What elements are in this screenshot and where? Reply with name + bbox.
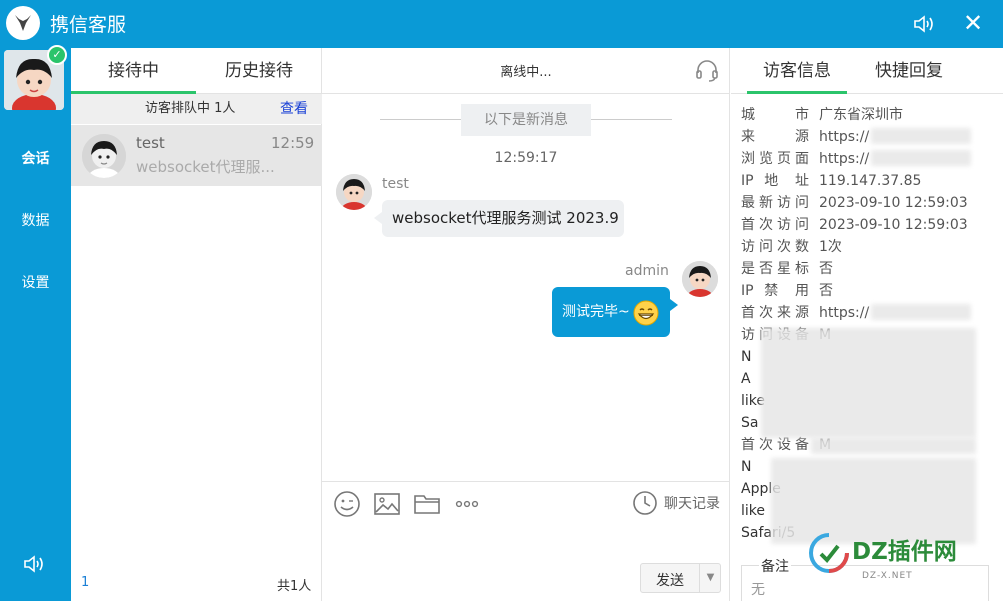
tab-history[interactable]: 历史接待 <box>196 48 322 94</box>
chat-history-label: 聊天记录 <box>664 496 720 512</box>
message-timestamp: 12:59:17 <box>494 150 558 166</box>
headset-icon[interactable] <box>694 58 720 84</box>
session-item[interactable]: test 12:59 websocket代理服... <box>71 125 322 186</box>
agent-sender-name: admin <box>625 263 669 279</box>
sound-toggle-icon[interactable] <box>22 553 48 575</box>
watermark-logo-icon <box>809 533 849 573</box>
chat-panel: 离线中... 以下是新消息 12:59:17 test websocket代理服… <box>322 48 730 601</box>
chat-history-button[interactable]: 聊天记录 <box>632 490 720 516</box>
incoming-message: websocket代理服务测试 2023.9 <box>374 200 624 237</box>
ua-line: N <box>741 459 752 475</box>
note-label: 备注 <box>759 556 791 576</box>
tab-visitor-info[interactable]: 访客信息 <box>747 48 847 94</box>
speaker-icon[interactable] <box>912 12 938 36</box>
divider-left <box>380 119 462 120</box>
queue-view-link[interactable]: 查看 <box>280 94 308 124</box>
visitor-avatar <box>82 134 126 178</box>
outgoing-message: 测试完毕~ <box>552 287 678 337</box>
session-tabs: 接待中 历史接待 <box>71 48 322 94</box>
visitor-sender-name: test <box>382 176 409 192</box>
nav-data[interactable]: 数据 <box>0 210 71 230</box>
info-row-ip-banned: IP 禁 用否 <box>741 283 833 299</box>
app-logo <box>6 6 40 40</box>
info-row-first-visit: 首次访问 2023-09-10 12:59:03 <box>741 217 968 233</box>
title-bar: 携信客服 ✕ <box>0 0 1003 48</box>
info-row-page: 浏览页面 https:// <box>741 151 870 167</box>
session-time: 12:59 <box>271 134 315 152</box>
visitor-message-avatar <box>336 174 372 210</box>
note-value: 无 <box>751 582 765 598</box>
nav-conversations[interactable]: 会话 <box>0 148 71 168</box>
outgoing-message-text: 测试完毕~ <box>562 304 630 320</box>
session-preview: websocket代理服... <box>136 158 275 176</box>
queue-bar: 访客排队中 1人 查看 <box>71 94 322 124</box>
chat-status: 离线中... <box>500 65 552 80</box>
info-tabs: 访客信息 快捷回复 <box>731 48 1003 94</box>
clock-icon <box>633 491 657 515</box>
redacted-block <box>871 128 971 144</box>
info-row-visit-count: 访问次数 1次 <box>741 239 842 255</box>
close-icon[interactable]: ✕ <box>962 10 984 36</box>
info-row-ip: IP 地 址 119.147.37.85 <box>741 173 922 189</box>
info-row-first-source: 首次来源 https:// <box>741 305 870 321</box>
tab-serving[interactable]: 接待中 <box>71 48 196 94</box>
chat-header: 离线中... <box>322 48 730 94</box>
queue-text: 访客排队中 1人 <box>145 101 236 116</box>
grinning-face-icon <box>632 298 660 326</box>
tab-quick-reply[interactable]: 快捷回复 <box>859 48 959 94</box>
send-options-icon[interactable]: ▼ <box>699 564 721 592</box>
watermark-subtext: DZ-X.NET <box>862 571 913 581</box>
page-number[interactable]: 1 <box>81 575 89 590</box>
online-check-icon: ✓ <box>47 45 67 65</box>
image-icon[interactable] <box>373 490 401 518</box>
ua-line: N <box>741 349 752 365</box>
redacted-block <box>761 328 976 438</box>
redacted-block <box>871 150 971 166</box>
nav-settings[interactable]: 设置 <box>0 272 71 292</box>
session-panel: 接待中 历史接待 访客排队中 1人 查看 test 12:59 websocke… <box>71 48 322 601</box>
emoji-icon[interactable] <box>333 490 361 518</box>
watermark: DZ插件网 DZ-X.NET <box>808 526 988 588</box>
new-messages-label: 以下是新消息 <box>461 104 591 136</box>
chat-toolbar: 聊天记录 <box>322 481 730 521</box>
ua-line: Sa <box>741 415 759 431</box>
session-name: test <box>136 134 165 152</box>
redacted-block <box>871 304 971 320</box>
send-button[interactable]: 发送 ▼ <box>640 563 721 593</box>
ua-line: A <box>741 371 751 387</box>
agent-message-avatar <box>682 261 718 297</box>
info-row-city: 城 市广东省深圳市 <box>741 107 903 123</box>
info-row-last-visit: 最新访问 2023-09-10 12:59:03 <box>741 195 968 211</box>
send-label: 发送 <box>656 573 684 589</box>
divider-right <box>590 119 672 120</box>
info-row-source: 来 源 https:// <box>741 129 870 145</box>
app-title: 携信客服 <box>50 14 127 36</box>
visitor-info-panel: 访客信息 快捷回复 城 市广东省深圳市 来 源 https:// 浏览页面 http… <box>731 48 1003 601</box>
folder-icon[interactable] <box>413 490 441 518</box>
more-icon[interactable] <box>453 490 481 518</box>
redacted-block <box>811 438 976 454</box>
info-row-starred: 是否星标否 <box>741 261 833 277</box>
left-rail: ✓ 会话 数据 设置 <box>0 45 71 601</box>
session-total: 共1人 <box>277 579 312 594</box>
ua-line: like <box>741 503 766 519</box>
watermark-text: DZ插件网 <box>852 539 957 565</box>
